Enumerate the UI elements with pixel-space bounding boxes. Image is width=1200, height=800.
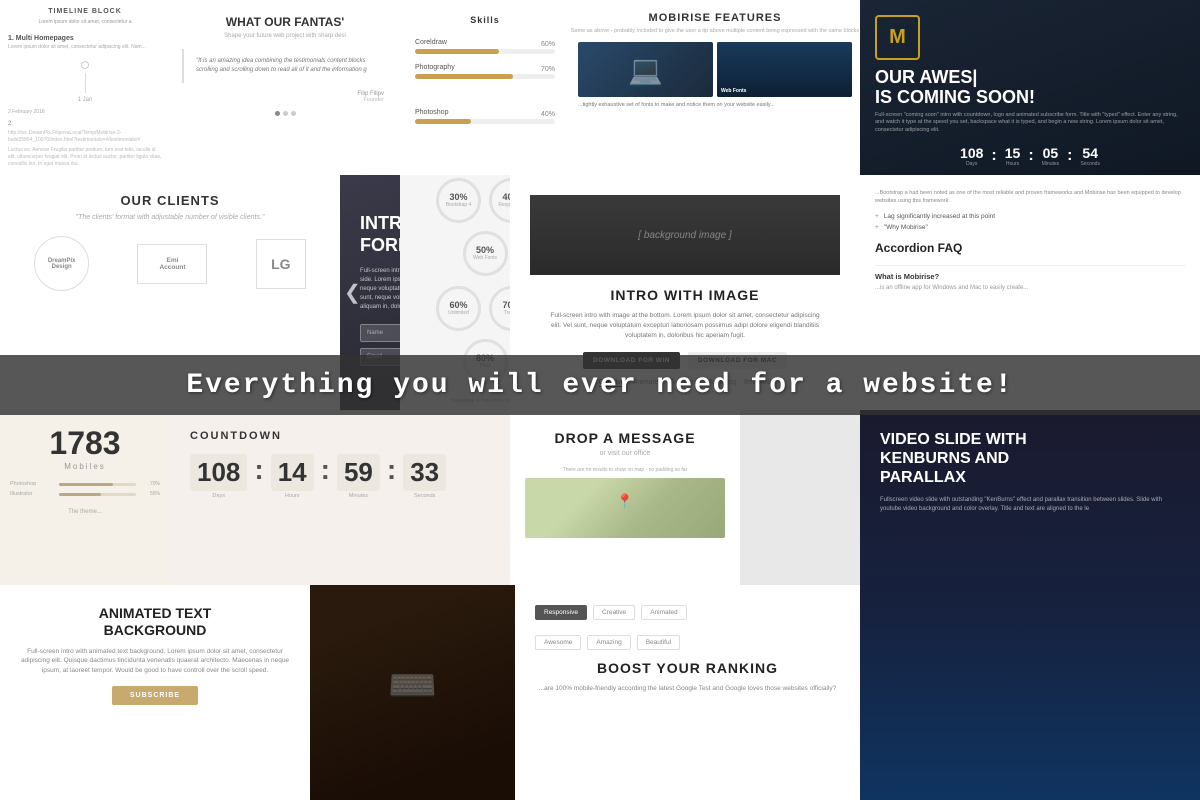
skill-coreldraw: Coreldraw 60% xyxy=(400,33,570,58)
drop-message-map: 📍 xyxy=(525,478,725,538)
drop-message-title: DROP A MESSAGE xyxy=(554,430,695,446)
tab-responsive[interactable]: Responsive xyxy=(535,605,587,620)
mobirise-logo: M xyxy=(875,15,920,60)
timeline-circle xyxy=(81,61,89,69)
video-slide-text: Fullscreen video slide with outstanding … xyxy=(880,496,1180,514)
tile-stat-1783: 1783 Mobiles Photoshop 70% Illustrator 5… xyxy=(0,410,170,585)
feature-img-ocean: Web Fonts xyxy=(717,42,852,97)
client-logo-dreampix: DreamPixDesign xyxy=(34,236,89,291)
feature-desc: ...tightly exhaustive set of fonts to ma… xyxy=(570,97,860,115)
skill-photoshop: Photoshop 40% xyxy=(400,103,570,128)
intro-image-title: INTRO WITH IMAGE xyxy=(545,287,825,303)
timeline-divider xyxy=(85,73,86,93)
tile-video-slide: VIDEO SLIDE WITHKENBURNS ANDPARALLAX Ful… xyxy=(860,410,1200,800)
client-logo-emi: EmiAccount xyxy=(137,244,207,284)
what-our-title: WHAT OUR FANTAS' xyxy=(170,0,400,33)
timeline-content: 1. Multi Homepages Lorem ipsum dolor sit… xyxy=(0,31,170,172)
mobirise-features-subtitle: Same as above - probably included to giv… xyxy=(570,28,860,34)
what-our-subtitle: Shape your future web project with sharp… xyxy=(170,33,400,39)
intro-image-bg: [ background image ] xyxy=(530,195,840,275)
theme-note: The theme... xyxy=(68,509,102,515)
timeline-item-1: 1. Multi Homepages Lorem ipsum dolor sit… xyxy=(8,35,162,51)
boost-title: BOOST YOUR RANKING xyxy=(535,660,840,676)
faq-item-1: What is Mobirise? ...is an offline app f… xyxy=(875,265,1185,298)
tab-amazing[interactable]: Amazing xyxy=(587,635,630,650)
boost-tabs-top: Responsive Creative Animated xyxy=(535,605,840,620)
tile-animated-text: ANIMATED TEXTBACKGROUND Full-screen intr… xyxy=(0,585,310,800)
video-slide-title: VIDEO SLIDE WITHKENBURNS ANDPARALLAX xyxy=(880,430,1180,488)
client-logo-lg: LG xyxy=(256,239,306,289)
map-pin-icon: 📍 xyxy=(616,493,633,510)
tile-countdown: COUNTDOWN 108 Days : 14 Hours : 59 Minut… xyxy=(170,410,510,585)
countdown-title: COUNTDOWN xyxy=(190,430,490,442)
timeline-item2-label: 2 xyxy=(8,121,162,127)
clients-subtitle: "The clients' format with adjustable num… xyxy=(0,214,340,221)
drop-message-note: There are no results to show on map - no… xyxy=(563,467,688,473)
drop-message-subtitle: or visit our office xyxy=(600,450,651,457)
timeline-item2-text2: Luctus eu, Aenean Frugilla partitur pret… xyxy=(8,147,162,168)
banner-overlay: Everything you will ever need for a webs… xyxy=(0,355,1200,415)
arrow-left-icon[interactable]: ❮ xyxy=(344,280,361,305)
what-our-dots xyxy=(170,111,400,116)
feature-img-dark: 💻 xyxy=(578,42,713,97)
clients-title: OUR CLIENTS xyxy=(0,175,340,214)
circle-bootstrap: 30% Bootstrap 4 xyxy=(436,178,481,223)
laptop-icon: 💻 xyxy=(628,53,663,86)
timeline-subtitle: Lorem ipsum dolor sit amet, consectetur … xyxy=(0,19,170,31)
tile-boost-ranking: Responsive Creative Animated Awesome Ama… xyxy=(515,585,860,800)
clients-logos: DreamPixDesign EmiAccount LG xyxy=(0,236,340,291)
faq-lag-note: + Lag significantly increased at this po… xyxy=(875,213,1185,220)
collage-container: TIMELINE BLOCK Lorem ipsum dolor sit ame… xyxy=(0,0,1200,800)
skill-photography: Photography 70% xyxy=(400,58,570,83)
stat-label: Mobiles xyxy=(64,462,106,471)
boost-text: ...are 100% mobile-friendly according th… xyxy=(535,684,840,694)
coming-soon-title: OUR AWES|IS COMING SOON! xyxy=(875,68,1185,108)
countdown-display: 108 Days : 14 Hours : 59 Minutes : 33 Se… xyxy=(190,454,490,499)
mobirise-features-grid: 💻 Web Fonts xyxy=(570,42,860,97)
what-our-quote: "It is an amazing idea combining the tes… xyxy=(182,49,388,83)
dot xyxy=(283,111,288,116)
laptop-icon: ⌨️ xyxy=(388,662,438,709)
subscribe-btn[interactable]: SUBSCRIBE xyxy=(112,686,198,705)
tab-awesome[interactable]: Awesome xyxy=(535,635,581,650)
tile-dark-photo: ⌨️ xyxy=(310,585,515,800)
circle-webfonts: 50% Web Fonts xyxy=(463,231,508,276)
mobirise-features-title: MOBIRISE FEATURES xyxy=(570,0,860,28)
faq-title: Accordion FAQ xyxy=(875,241,1185,255)
intro-image-text: Full-screen intro with image at the bott… xyxy=(545,311,825,340)
arrow-right-icon[interactable]: ❯ xyxy=(1179,280,1196,305)
timeline-item2-text: http://rec.DreamPix.FilipovaLocal/Temp/M… xyxy=(8,130,162,144)
boost-tabs-bottom: Awesome Amazing Beautiful xyxy=(535,635,840,650)
tab-beautiful[interactable]: Beautiful xyxy=(637,635,680,650)
mini-bars: Photoshop 70% Illustrator 55% xyxy=(10,481,160,501)
timeline-title: TIMELINE BLOCK xyxy=(0,0,170,19)
stat-number: 1783 xyxy=(49,425,120,462)
atb-text: Full-screen intro with animated text bac… xyxy=(20,647,290,676)
dot xyxy=(291,111,296,116)
coming-soon-text: Full-screen "coming soon" intro with cou… xyxy=(875,112,1185,135)
tab-animated[interactable]: Animated xyxy=(641,605,686,620)
faq-small-text: ...Bootstrap a had been noted as one of … xyxy=(875,190,1185,205)
circle-unlimited: 60% Unlimited xyxy=(436,286,481,331)
coming-soon-countdown: 108 Days : 15 Hours : 05 Minutes : 54 Se… xyxy=(875,145,1185,167)
atb-title: ANIMATED TEXTBACKGROUND xyxy=(20,605,290,639)
skills-section-title: Skills xyxy=(400,0,570,33)
what-our-author: Filip Filipv Founder xyxy=(170,91,400,103)
banner-text: Everything you will ever need for a webs… xyxy=(186,370,1013,401)
tile-drop-message: DROP A MESSAGE or visit our office There… xyxy=(510,410,740,585)
faq-why-note: + "Why Mobirise" xyxy=(875,224,1185,231)
dot xyxy=(275,111,280,116)
tab-creative[interactable]: Creative xyxy=(593,605,635,620)
